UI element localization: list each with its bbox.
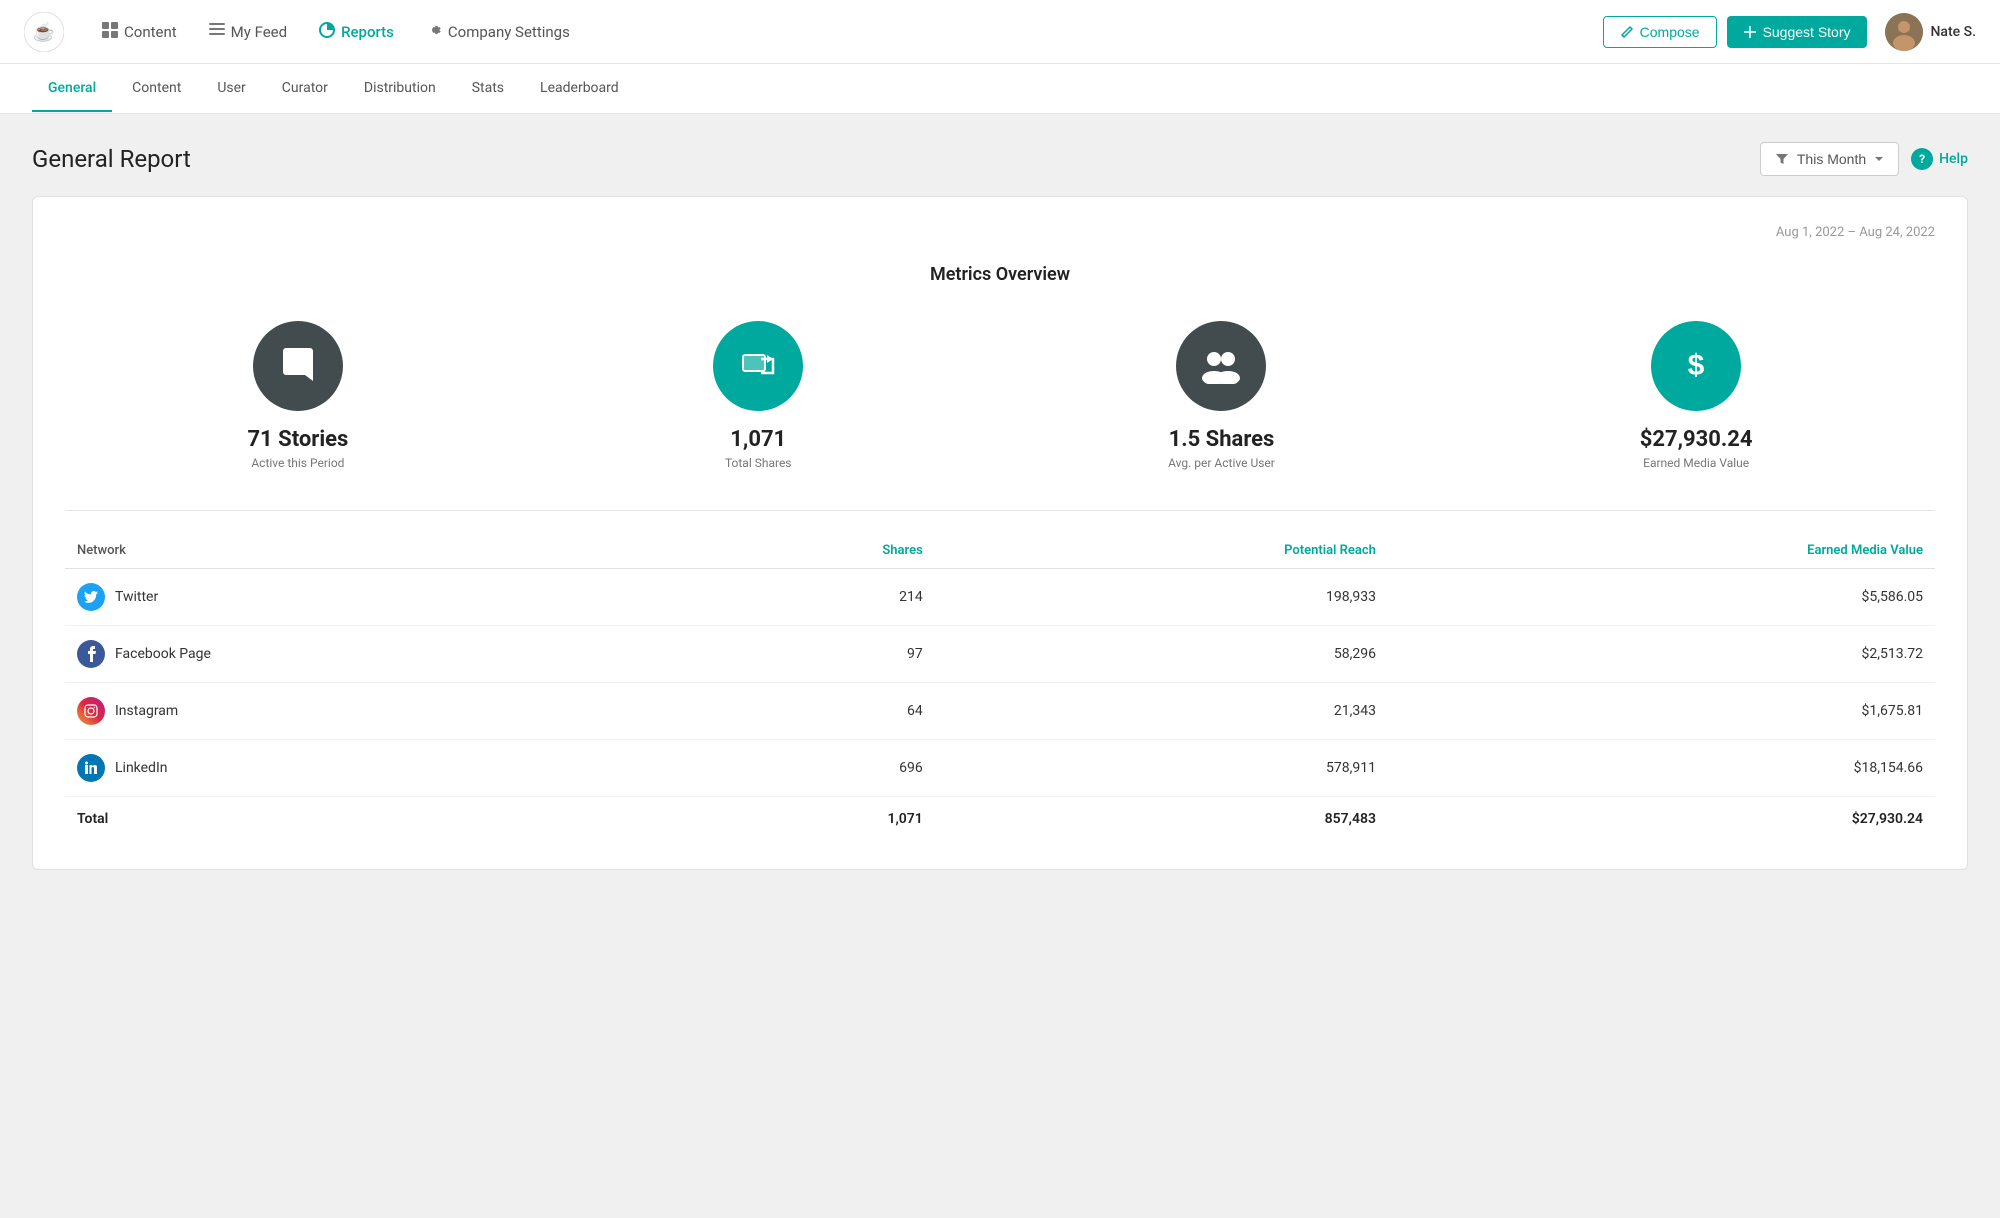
avg-shares-label: Avg. per Active User xyxy=(1168,456,1275,470)
total-shares: 1,071 xyxy=(683,797,935,842)
page-header: General Report This Month ? Help xyxy=(32,142,1968,176)
main-content: General Report This Month ? Help Aug 1, … xyxy=(0,114,2000,898)
total-shares-value: 1,071 xyxy=(713,427,803,452)
nav-item-content[interactable]: Content xyxy=(88,14,191,50)
network-cell-instagram: Instagram xyxy=(65,683,683,740)
instagram-shares: 64 xyxy=(683,683,935,740)
user-avatar-wrap[interactable]: Nate S. xyxy=(1885,13,1977,51)
stories-value: 71 Stories xyxy=(247,427,348,452)
table-row: LinkedIn 696 578,911 $18,154.66 xyxy=(65,740,1935,797)
facebook-shares: 97 xyxy=(683,626,935,683)
total-shares-label: Total Shares xyxy=(713,456,803,470)
facebook-emv: $2,513.72 xyxy=(1388,626,1935,683)
linkedin-shares: 696 xyxy=(683,740,935,797)
metric-total-shares: 1,071 Total Shares xyxy=(713,321,803,470)
instagram-reach: 21,343 xyxy=(935,683,1388,740)
help-button[interactable]: ? Help xyxy=(1911,148,1968,170)
nav-actions: Compose Suggest Story Nate S. xyxy=(1603,13,1976,51)
help-icon: ? xyxy=(1911,148,1933,170)
filter-button[interactable]: This Month xyxy=(1760,142,1899,176)
total-label: Total xyxy=(65,797,683,842)
facebook-icon xyxy=(77,640,105,668)
network-cell-facebook: Facebook Page xyxy=(65,626,683,683)
date-range: Aug 1, 2022 – Aug 24, 2022 xyxy=(65,225,1935,240)
avg-shares-value: 1.5 Shares xyxy=(1168,427,1275,452)
instagram-icon xyxy=(77,697,105,725)
user-name: Nate S. xyxy=(1931,24,1977,40)
metric-emv: $ $27,930.24 Earned Media Value xyxy=(1640,321,1753,470)
svg-text:$: $ xyxy=(1688,349,1705,382)
nav-items: Content My Feed Reports Company Settings xyxy=(88,14,1595,50)
tab-user[interactable]: User xyxy=(201,66,261,112)
instagram-emv: $1,675.81 xyxy=(1388,683,1935,740)
table-row: Twitter 214 198,933 $5,586.05 xyxy=(65,569,1935,626)
shares-icon-circle xyxy=(713,321,803,411)
avatar xyxy=(1885,13,1923,51)
emv-label: Earned Media Value xyxy=(1640,456,1753,470)
total-emv: $27,930.24 xyxy=(1388,797,1935,842)
twitter-reach: 198,933 xyxy=(935,569,1388,626)
nav-item-reports[interactable]: Reports xyxy=(305,14,408,50)
divider xyxy=(65,510,1935,511)
table-header-row: Network Shares Potential Reach Earned Me… xyxy=(65,535,1935,569)
col-shares: Shares xyxy=(683,535,935,569)
col-network: Network xyxy=(65,535,683,569)
report-card: Aug 1, 2022 – Aug 24, 2022 Metrics Overv… xyxy=(32,196,1968,870)
tab-curator[interactable]: Curator xyxy=(266,66,344,112)
metric-avg-shares: 1.5 Shares Avg. per Active User xyxy=(1168,321,1275,470)
sub-navigation: General Content User Curator Distributio… xyxy=(0,64,2000,114)
linkedin-reach: 578,911 xyxy=(935,740,1388,797)
stories-label: Active this Period xyxy=(247,456,348,470)
twitter-emv: $5,586.05 xyxy=(1388,569,1935,626)
metrics-title: Metrics Overview xyxy=(65,264,1935,285)
tab-distribution[interactable]: Distribution xyxy=(348,66,452,112)
network-cell-twitter: Twitter xyxy=(65,569,683,626)
suggest-story-button[interactable]: Suggest Story xyxy=(1727,16,1867,48)
col-emv: Earned Media Value xyxy=(1388,535,1935,569)
tab-general[interactable]: General xyxy=(32,66,112,112)
settings-icon xyxy=(426,22,442,42)
facebook-reach: 58,296 xyxy=(935,626,1388,683)
table-row: Facebook Page 97 58,296 $2,513.72 xyxy=(65,626,1935,683)
linkedin-icon xyxy=(77,754,105,782)
twitter-shares: 214 xyxy=(683,569,935,626)
tab-stats[interactable]: Stats xyxy=(456,66,520,112)
table-row: Instagram 64 21,343 $1,675.81 xyxy=(65,683,1935,740)
nav-item-company-settings[interactable]: Company Settings xyxy=(412,14,584,50)
nav-item-myfeed[interactable]: My Feed xyxy=(195,14,301,49)
svg-text:☕: ☕ xyxy=(33,21,55,43)
stories-icon-circle xyxy=(253,321,343,411)
metric-stories: 71 Stories Active this Period xyxy=(247,321,348,470)
top-navigation: ☕ Content My Feed Reports Company Sett xyxy=(0,0,2000,64)
total-reach: 857,483 xyxy=(935,797,1388,842)
network-cell-linkedin: LinkedIn xyxy=(65,740,683,797)
table-total-row: Total 1,071 857,483 $27,930.24 xyxy=(65,797,1935,842)
myfeed-icon xyxy=(209,22,225,41)
tab-leaderboard[interactable]: Leaderboard xyxy=(524,66,635,112)
col-reach: Potential Reach xyxy=(935,535,1388,569)
emv-icon-circle: $ xyxy=(1651,321,1741,411)
page-title: General Report xyxy=(32,145,191,173)
compose-button[interactable]: Compose xyxy=(1603,16,1717,48)
twitter-icon xyxy=(77,583,105,611)
reports-icon xyxy=(319,22,335,42)
linkedin-emv: $18,154.66 xyxy=(1388,740,1935,797)
content-icon xyxy=(102,22,118,42)
emv-value: $27,930.24 xyxy=(1640,427,1753,452)
app-logo[interactable]: ☕ xyxy=(24,12,64,52)
network-table: Network Shares Potential Reach Earned Me… xyxy=(65,535,1935,841)
metrics-grid: 71 Stories Active this Period 1,071 Tota… xyxy=(65,321,1935,470)
header-actions: This Month ? Help xyxy=(1760,142,1968,176)
tab-content[interactable]: Content xyxy=(116,66,197,112)
users-icon-circle xyxy=(1176,321,1266,411)
